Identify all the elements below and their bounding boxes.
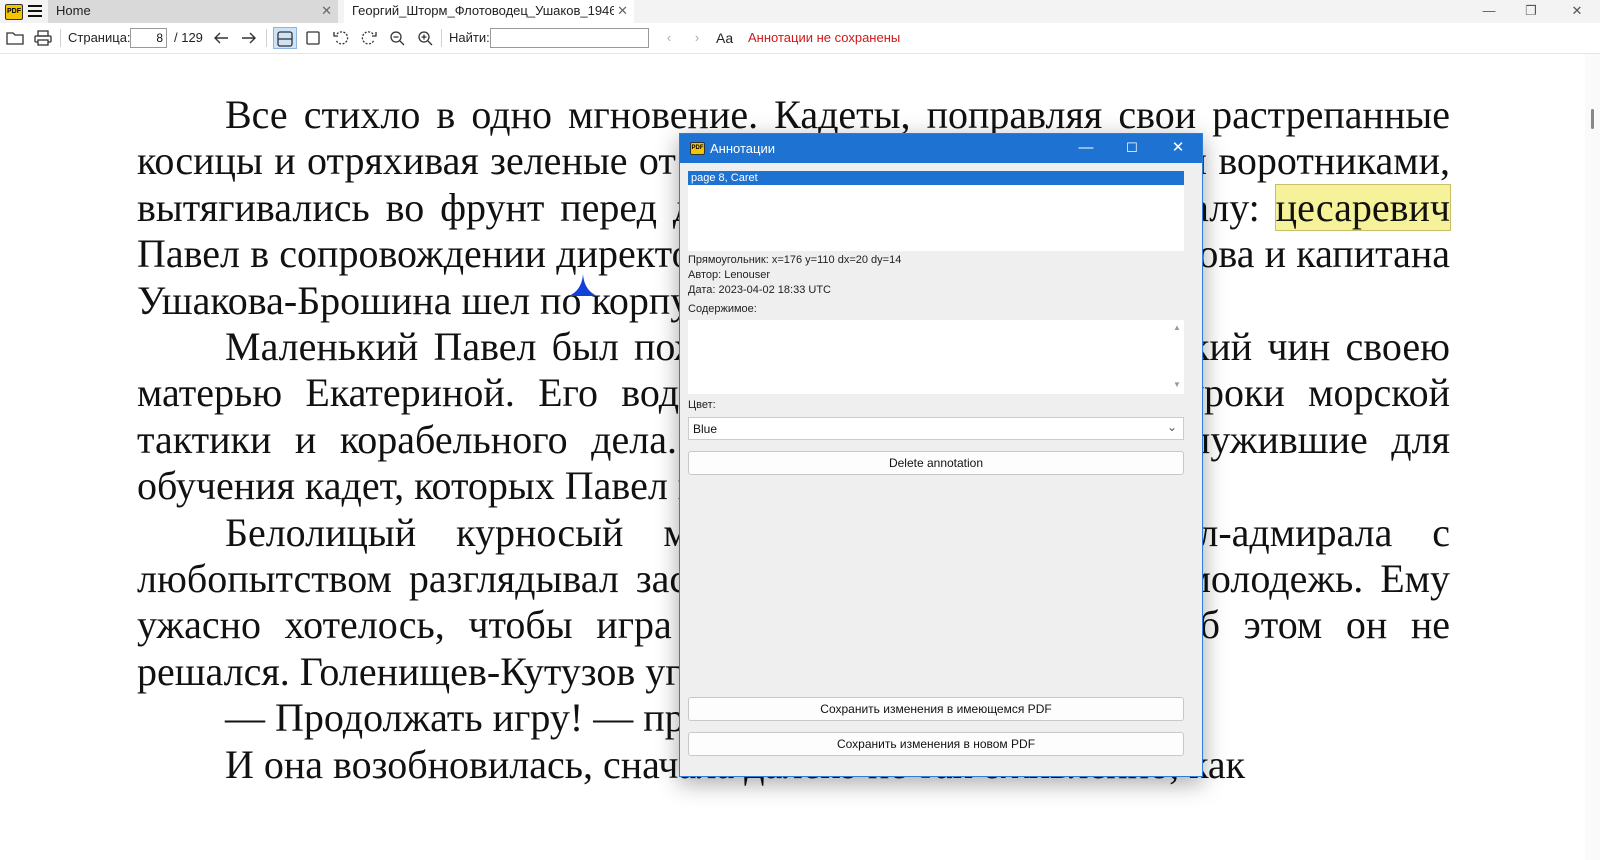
annotation-status-text: Аннотации не сохранены <box>748 30 901 45</box>
window-restore-button[interactable]: ❐ <box>1508 0 1554 23</box>
document-scrollbar[interactable] <box>1585 54 1600 860</box>
delete-annotation-button[interactable]: Delete annotation <box>688 451 1184 475</box>
find-previous-icon[interactable]: ‹ <box>658 27 680 49</box>
tab-home-label: Home <box>56 3 91 18</box>
title-bar: PDF Home ✕ Георгий_Шторм_Флотоводец_Ушак… <box>0 0 1600 23</box>
annotations-dialog: PDF Аннотации — ☐ ✕ page 8, Caret Прямоу… <box>679 133 1203 777</box>
dialog-title-bar[interactable]: PDF Аннотации — ☐ ✕ <box>680 134 1202 163</box>
page-total: / 129 <box>174 30 203 45</box>
fit-width-icon[interactable] <box>273 27 297 49</box>
save-existing-pdf-button[interactable]: Сохранить изменения в имеющемся PDF <box>688 697 1184 721</box>
match-case-icon[interactable]: Aa <box>716 27 733 49</box>
find-input[interactable] <box>490 28 649 48</box>
dialog-logo-icon: PDF <box>690 142 705 155</box>
content-textarea[interactable]: ▲ ▼ <box>688 320 1184 394</box>
rectangle-info: Прямоугольник: x=176 y=110 dx=20 dy=14 <box>688 254 902 266</box>
annotation-list[interactable]: page 8, Caret <box>688 171 1184 251</box>
date-info: Дата: 2023-04-02 18:33 UTC <box>688 284 831 296</box>
dialog-minimize-button[interactable]: — <box>1063 134 1109 163</box>
scroll-up-icon[interactable]: ▲ <box>1173 323 1181 332</box>
tab-document-label: Георгий_Шторм_Флотоводец_Ушаков_1946 (2)… <box>352 3 614 18</box>
page-label: Страница: <box>68 30 131 45</box>
window-close-button[interactable]: ✕ <box>1554 0 1600 23</box>
caret-annotation-icon[interactable] <box>569 274 597 298</box>
open-folder-icon[interactable] <box>4 27 26 49</box>
fit-page-icon[interactable] <box>302 27 324 49</box>
page-number-input[interactable]: 8 <box>130 28 167 48</box>
color-select[interactable]: Blue ⌄ <box>688 417 1184 440</box>
window-minimize-button[interactable]: — <box>1466 0 1512 23</box>
chevron-down-icon: ⌄ <box>1166 420 1177 434</box>
author-info: Автор: Lenouser <box>688 269 771 281</box>
forward-arrow-icon[interactable] <box>238 27 260 49</box>
tab-home-close-icon[interactable]: ✕ <box>321 3 332 19</box>
zoom-in-icon[interactable] <box>414 27 436 49</box>
zoom-out-icon[interactable] <box>386 27 408 49</box>
color-select-value: Blue <box>693 422 718 436</box>
back-arrow-icon[interactable] <box>210 27 232 49</box>
color-label: Цвет: <box>688 399 716 411</box>
tab-document[interactable]: Георгий_Шторм_Флотоводец_Ушаков_1946 (2)… <box>344 0 634 23</box>
rotate-right-icon[interactable] <box>358 27 380 49</box>
hamburger-menu-icon[interactable] <box>28 5 42 17</box>
find-next-icon[interactable]: › <box>686 27 708 49</box>
rotate-left-icon[interactable] <box>330 27 352 49</box>
app-logo-icon: PDF <box>5 4 23 20</box>
find-label: Найти: <box>449 30 490 45</box>
list-item[interactable]: page 8, Caret <box>688 171 1184 185</box>
dialog-title: Аннотации <box>710 141 775 156</box>
save-new-pdf-button[interactable]: Сохранить изменения в новом PDF <box>688 732 1184 756</box>
content-scrollbar[interactable]: ▲ ▼ <box>1170 320 1184 394</box>
tab-home[interactable]: Home ✕ <box>48 0 338 23</box>
scroll-down-icon[interactable]: ▼ <box>1173 380 1181 389</box>
content-label: Содержимое: <box>688 303 757 315</box>
scrollbar-thumb[interactable] <box>1591 109 1594 129</box>
dialog-close-button[interactable]: ✕ <box>1155 134 1201 163</box>
toolbar: Страница: 8 / 129 Найти: ‹ › Aa Аннотаци… <box>0 23 1600 54</box>
dialog-maximize-button[interactable]: ☐ <box>1109 134 1155 163</box>
tab-document-close-icon[interactable]: ✕ <box>617 3 628 19</box>
highlighted-word[interactable]: цесаревич <box>1274 183 1452 231</box>
print-icon[interactable] <box>32 27 54 49</box>
